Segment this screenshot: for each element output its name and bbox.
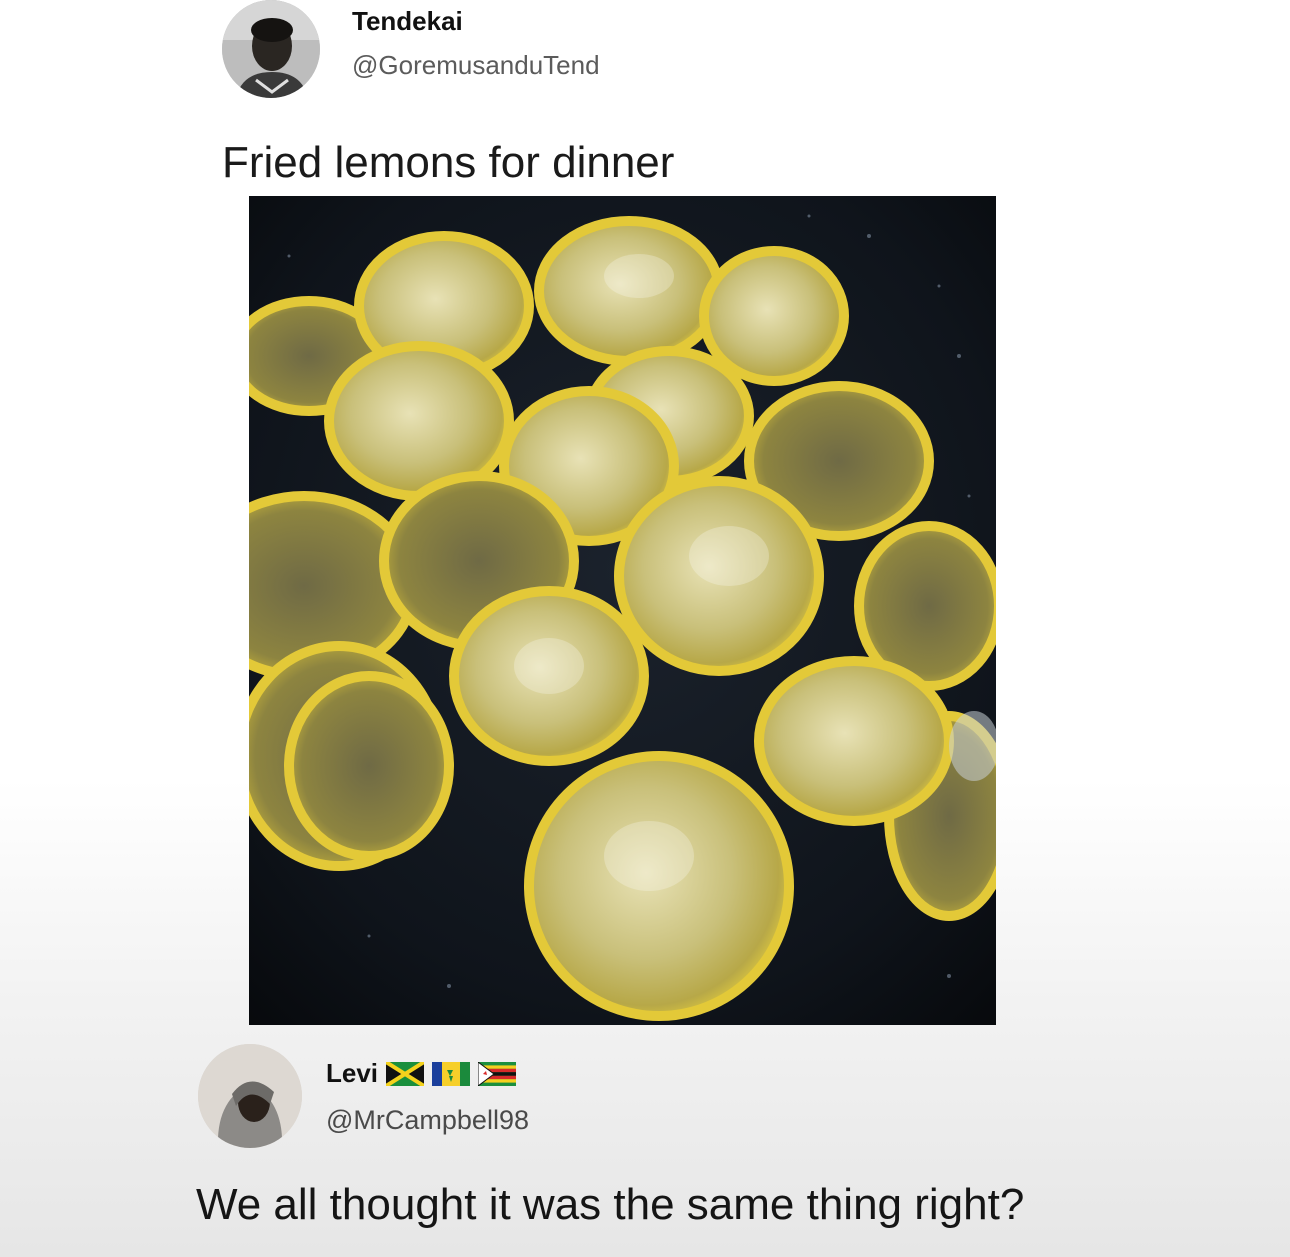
tweet-photo[interactable] (249, 196, 996, 1025)
reply-tweet: Levi @MrCampbell98 We all thought it was… (0, 1030, 1290, 1257)
jamaica-flag-icon (386, 1061, 425, 1086)
author-handle[interactable]: @MrCampbell98 (326, 1105, 529, 1136)
tweet-text: Fried lemons for dinner (222, 138, 675, 187)
zimbabwe-flag-icon (478, 1061, 517, 1086)
profile-photo-icon (198, 1044, 302, 1148)
fried-lemons-image (249, 196, 996, 1025)
author-name-row: Levi (326, 1058, 517, 1089)
author-handle[interactable]: @GoremusanduTend (352, 50, 600, 81)
tendekai-avatar[interactable] (222, 0, 320, 98)
author-name[interactable]: Levi (326, 1058, 378, 1089)
author-name[interactable]: Tendekai (352, 6, 463, 37)
original-tweet: Tendekai @GoremusanduTend Fried lemons f… (0, 0, 1290, 1030)
tweet-text: We all thought it was the same thing rig… (196, 1180, 1025, 1229)
profile-photo-icon (222, 0, 320, 98)
saint-vincent-flag-icon (432, 1061, 471, 1086)
levi-avatar[interactable] (198, 1044, 302, 1148)
